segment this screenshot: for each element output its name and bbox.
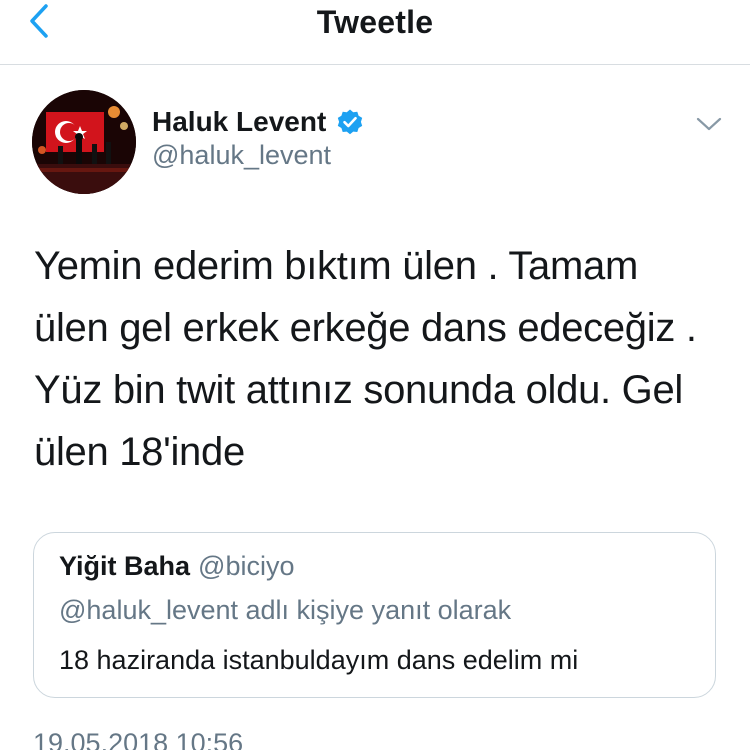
avatar-image	[32, 90, 136, 194]
quoted-author-name: Yiğit Baha	[59, 551, 191, 581]
quoted-tweet-card[interactable]: Yiğit Baha @biciyo @haluk_levent adlı kiş…	[33, 532, 716, 698]
page-title: Tweetle	[316, 4, 434, 40]
nav-header: Tweetle	[0, 0, 750, 65]
author-display-name[interactable]: Haluk Levent	[152, 106, 326, 138]
quoted-author-row: Yiğit Baha @biciyo	[59, 551, 294, 582]
verified-badge-icon	[336, 108, 364, 136]
quoted-reply-context: @haluk_levent adlı kişiye yanıt olarak	[59, 595, 512, 625]
tweet-detail-screen: Tweetle Haluk Levent @haluk_levent Yemin…	[0, 0, 750, 750]
chevron-down-icon	[696, 117, 722, 131]
tweet-timestamp: 19.05.2018 10:56	[33, 728, 244, 750]
quoted-author-handle: @biciyo	[198, 551, 295, 581]
author-name-row[interactable]: Haluk Levent	[152, 104, 364, 140]
tweet-menu-button[interactable]	[692, 110, 726, 138]
avatar[interactable]	[32, 90, 136, 194]
tweet-text: Yemin ederim bıktım ülen . Tamam ülen ge…	[34, 244, 697, 474]
author-handle[interactable]: @haluk_levent	[152, 140, 331, 171]
quoted-tweet-text: 18 haziranda istanbuldayım dans edelim m…	[59, 645, 579, 675]
